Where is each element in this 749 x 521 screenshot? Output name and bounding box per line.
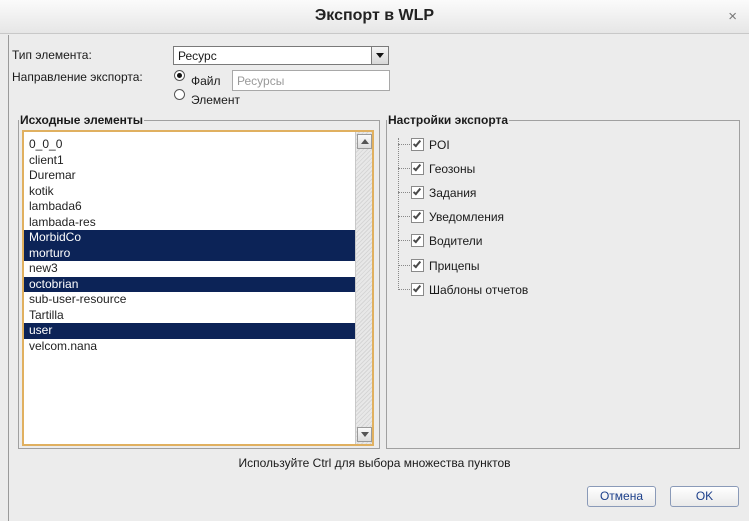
list-scrollbar[interactable] xyxy=(355,132,372,444)
cancel-button[interactable]: Отмена xyxy=(587,486,656,507)
settings-checkbox[interactable] xyxy=(411,234,424,247)
checkmark-icon xyxy=(412,186,422,196)
settings-checkbox[interactable] xyxy=(411,210,424,223)
list-item[interactable]: sub-user-resource xyxy=(24,292,356,308)
close-icon[interactable]: × xyxy=(728,9,737,24)
settings-checkbox[interactable] xyxy=(411,138,424,151)
list-item[interactable]: lambada-res xyxy=(24,215,356,231)
list-item[interactable]: Tartilla xyxy=(24,308,356,324)
chevron-down-icon[interactable] xyxy=(371,47,388,64)
element-type-label: Тип элемента: xyxy=(12,48,92,62)
settings-checkbox[interactable] xyxy=(411,186,424,199)
tree-branch xyxy=(398,289,410,290)
list-item[interactable]: octobrian xyxy=(24,276,356,292)
ok-button[interactable]: OK xyxy=(670,486,739,507)
settings-checkbox[interactable] xyxy=(411,259,424,272)
settings-item-label: Шаблоны отчетов xyxy=(429,283,529,297)
settings-item-label: Водители xyxy=(429,234,483,248)
radio-file-label[interactable]: Файл xyxy=(191,74,221,88)
file-name-placeholder: Ресурсы xyxy=(237,74,285,88)
ctrl-hint: Используйте Ctrl для выбора множества пу… xyxy=(238,456,511,470)
settings-item-label: POI xyxy=(429,138,450,152)
element-type-select[interactable]: Ресурс xyxy=(173,46,389,65)
checkmark-icon xyxy=(412,210,422,220)
settings-checkbox[interactable] xyxy=(411,162,424,175)
tree-branch xyxy=(398,144,410,145)
settings-item-label: Уведомления xyxy=(429,210,505,224)
list-item[interactable]: user xyxy=(24,323,356,339)
list-item[interactable]: lambada6 xyxy=(24,199,356,215)
export-settings-legend: Настройки экспорта xyxy=(388,113,509,127)
tree-branch xyxy=(398,216,410,217)
dialog-titlebar: Экспорт в WLP × xyxy=(0,0,749,34)
source-elements-list[interactable]: 0_0_0 client1 Duremar kotik lambada6 lambada-… xyxy=(22,130,374,446)
settings-checkbox[interactable] xyxy=(411,283,424,296)
list-item[interactable]: 0_0_0 xyxy=(24,137,356,153)
list-item[interactable]: client1 xyxy=(24,153,356,169)
list-item[interactable]: MorbidCo xyxy=(24,230,356,246)
checkmark-icon xyxy=(412,162,422,172)
list-item[interactable]: kotik xyxy=(24,184,356,200)
checkmark-icon xyxy=(412,259,422,269)
list-item[interactable]: velcom.nana xyxy=(24,339,356,355)
checkmark-icon xyxy=(412,234,422,244)
radio-element-label[interactable]: Элемент xyxy=(191,93,240,107)
element-type-value: Ресурс xyxy=(178,49,217,63)
radio-element[interactable] xyxy=(174,89,185,100)
tree-connector xyxy=(398,138,399,290)
tree-branch xyxy=(398,192,410,193)
settings-item-label: Геозоны xyxy=(429,162,476,176)
file-name-input[interactable]: Ресурсы xyxy=(232,70,390,91)
export-direction-label: Направление экспорта: xyxy=(12,70,143,84)
list-item[interactable]: Duremar xyxy=(24,168,356,184)
tree-branch xyxy=(398,265,410,266)
checkmark-icon xyxy=(412,283,422,293)
tree-branch xyxy=(398,168,410,169)
source-elements-legend: Исходные элементы xyxy=(20,113,144,127)
checkmark-icon xyxy=(412,138,422,148)
scroll-up-icon[interactable] xyxy=(357,134,372,149)
list-item[interactable]: morturo xyxy=(24,245,356,261)
scroll-down-icon[interactable] xyxy=(357,427,372,442)
radio-file[interactable] xyxy=(174,70,185,81)
dialog-title: Экспорт в WLP xyxy=(314,7,435,24)
settings-item-label: Задания xyxy=(429,186,477,200)
source-list-items: 0_0_0 client1 Duremar kotik lambada6 lambada-… xyxy=(24,137,356,354)
tree-branch xyxy=(398,240,410,241)
settings-item-label: Прицепы xyxy=(429,259,480,273)
list-item[interactable]: new3 xyxy=(24,261,356,277)
